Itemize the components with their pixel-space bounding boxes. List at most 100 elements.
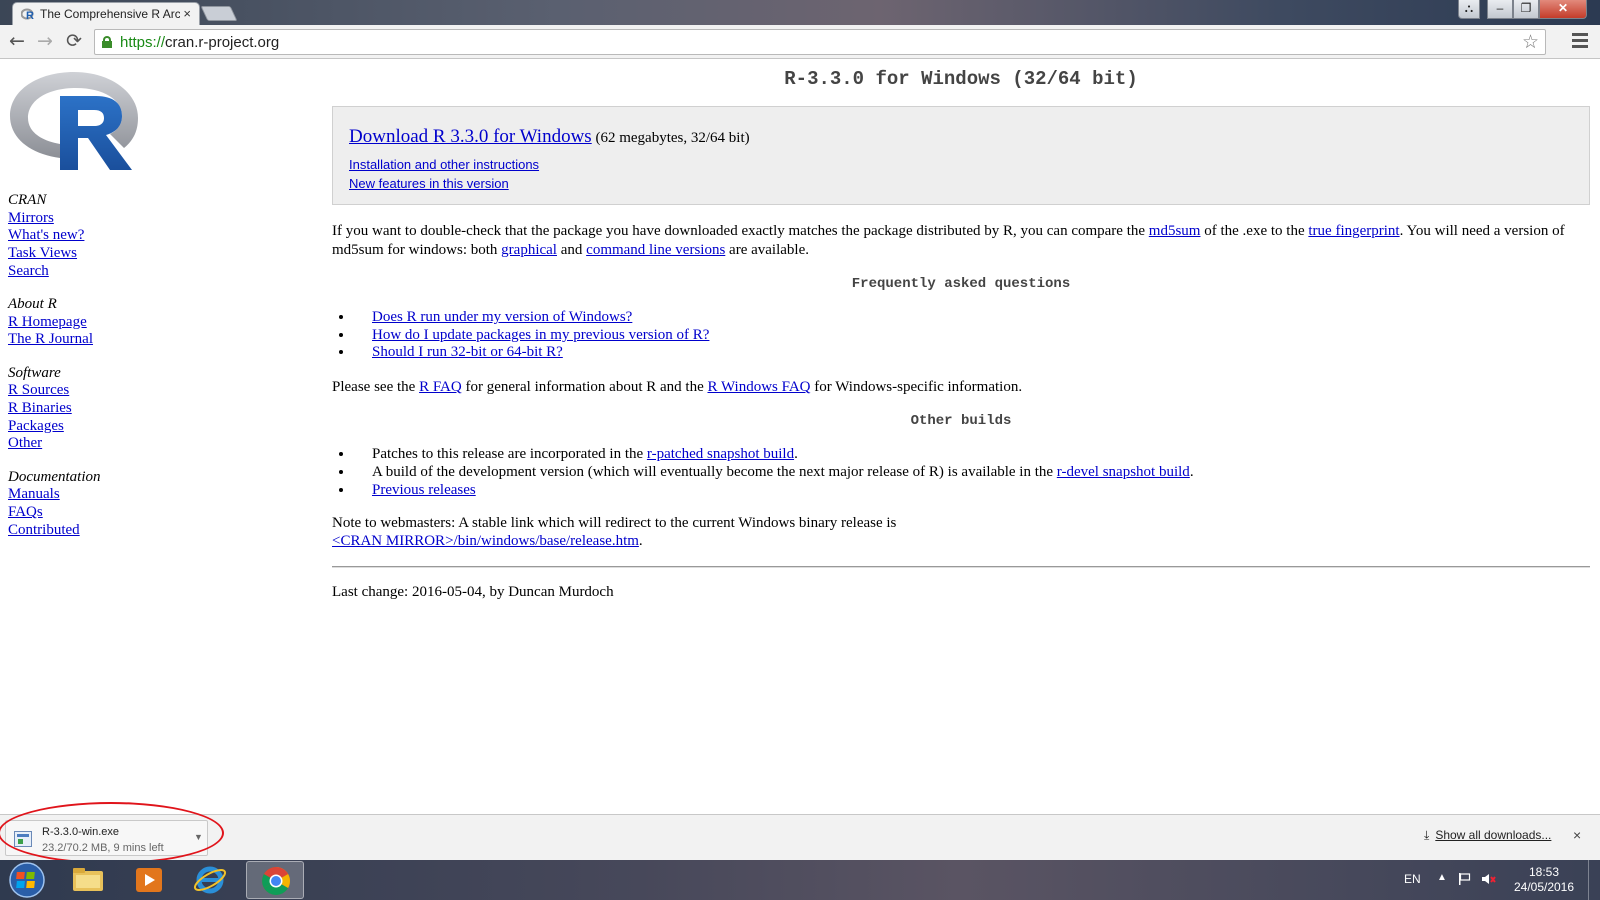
bookmark-star-icon[interactable]: ☆ [1522,31,1539,54]
show-desktop-button[interactable] [1588,860,1600,900]
download-filename: R-3.3.0-win.exe [42,826,120,838]
url-host: cran.r-project.org [165,34,280,51]
md5-check-paragraph: If you want to double-check that the pac… [332,222,1592,259]
md5sum-link[interactable]: md5sum [1149,223,1201,239]
sidebar-link-other[interactable]: Other [8,435,188,453]
reload-icon[interactable]: ⟳ [63,31,85,53]
new-features-link[interactable]: New features in this version [349,175,1573,192]
show-all-downloads-text: Show all downloads... [1435,828,1552,842]
sidebar-link-packages[interactable]: Packages [8,418,188,436]
url-scheme: https:// [120,34,166,51]
last-change: Last change: 2016-05-04, by Duncan Murdo… [332,583,614,600]
tab-close-icon[interactable]: × [183,6,191,21]
sidebar-link-r-journal[interactable]: The R Journal [8,331,188,349]
faq-link-update-packages[interactable]: How do I update packages in my previous … [372,327,709,343]
r-faq-link[interactable]: R FAQ [419,379,462,395]
download-item[interactable]: R-3.3.0-win.exe 23.2/70.2 MB, 9 mins lef… [5,820,208,856]
svg-text:R: R [26,10,34,20]
chrome-icon[interactable] [246,861,304,899]
builds-end-2: . [1189,463,1194,480]
faq-text-2: for general information about R and the [461,379,708,396]
sidebar-link-mirrors[interactable]: Mirrors [8,210,188,228]
faq-text-3: for Windows-specific information. [810,379,1023,396]
browser-tab[interactable]: R The Comprehensive R Arc × [12,2,200,25]
faq-list: Does R run under my version of Windows? … [354,309,1592,362]
faq-text-1: Please see the [332,379,420,396]
action-center-flag-icon[interactable] [1457,872,1471,886]
maximize-button[interactable]: ❐ [1513,0,1539,19]
sidebar-link-contributed[interactable]: Contributed [8,522,188,540]
faq-paragraph: Please see the R FAQ for general informa… [332,378,1592,396]
user-profile-button[interactable]: ⛬ [1458,0,1480,19]
list-item: Should I run 32-bit or 64-bit R? [354,344,1592,362]
new-tab-button[interactable] [200,6,238,21]
download-status: 23.2/70.2 MB, 9 mins left [42,842,164,854]
windows-taskbar: EN ▲ 18:53 24/05/2016 [0,860,1600,900]
lock-icon [102,36,112,48]
chevron-down-icon[interactable]: ▼ [194,832,203,842]
language-indicator[interactable]: EN [1404,872,1421,886]
sidebar-link-whats-new[interactable]: What's new? [8,227,188,245]
faq-link-32-or-64-bit[interactable]: Should I run 32-bit or 64-bit R? [372,344,563,360]
true-fingerprint-link[interactable]: true fingerprint [1308,223,1399,239]
sidebar-heading-about: About R [8,296,57,313]
download-arrow-icon: ⤓ [1424,828,1430,842]
faq-link-windows-version[interactable]: Does R run under my version of Windows? [372,309,632,325]
list-item: How do I update packages in my previous … [354,327,1592,345]
sidebar: CRAN Mirrors What's new? Task Views Sear… [8,192,188,555]
tab-title: The Comprehensive R Arc [40,7,180,21]
check-text-1: If you want to double-check that the pac… [332,223,1149,239]
installation-instructions-link[interactable]: Installation and other instructions [349,156,1573,173]
note-end: . [638,532,643,549]
browser-menu-icon[interactable] [1572,33,1588,49]
address-bar[interactable]: https://cran.r-project.org ☆ [94,29,1546,55]
forward-icon[interactable]: → [34,31,56,53]
sidebar-heading-cran: CRAN [8,192,47,208]
sidebar-section-cran: CRAN Mirrors What's new? Task Views Sear… [8,192,188,281]
show-hidden-icons-icon[interactable]: ▲ [1437,872,1447,883]
check-text-4: and [556,241,587,258]
system-clock[interactable]: 18:53 24/05/2016 [1512,865,1576,895]
clock-time: 18:53 [1528,865,1560,879]
download-size-text: (62 megabytes, 32/64 bit) [595,130,750,146]
list-item: Patches to this release are incorporated… [354,446,1592,464]
command-line-versions-link[interactable]: command line versions [586,242,725,258]
sidebar-link-task-views[interactable]: Task Views [8,245,188,263]
download-shelf: R-3.3.0-win.exe 23.2/70.2 MB, 9 mins lef… [0,814,1600,860]
installer-file-icon [14,831,32,847]
media-player-icon[interactable] [120,861,178,899]
volume-muted-icon[interactable] [1481,872,1497,886]
sidebar-heading-documentation: Documentation [8,468,101,485]
r-devel-link[interactable]: r-devel snapshot build [1057,464,1190,480]
r-patched-link[interactable]: r-patched snapshot build [647,446,794,462]
graphical-link[interactable]: graphical [501,242,557,258]
sidebar-link-r-homepage[interactable]: R Homepage [8,314,188,332]
minimize-button[interactable]: – [1487,0,1513,19]
download-r-link[interactable]: Download R 3.3.0 for Windows [349,126,592,147]
sidebar-link-faqs[interactable]: FAQs [8,504,188,522]
r-windows-faq-link[interactable]: R Windows FAQ [707,379,810,395]
sidebar-link-r-binaries[interactable]: R Binaries [8,400,188,418]
sidebar-link-search[interactable]: Search [8,263,188,281]
check-text-2: of the .exe to the [1200,223,1309,239]
release-htm-link[interactable]: <CRAN MIRROR>/bin/windows/base/release.h… [332,533,639,549]
sidebar-section-documentation: Documentation Manuals FAQs Contributed [8,469,188,540]
close-icon[interactable]: × [1573,827,1581,843]
internet-explorer-icon[interactable] [181,861,239,899]
browser-toolbar: ← → ⟳ https://cran.r-project.org ☆ [0,25,1600,59]
download-box: Download R 3.3.0 for Windows (62 megabyt… [332,106,1590,205]
start-orb-icon[interactable] [2,861,52,899]
builds-text-2: A build of the development version (whic… [372,463,1057,480]
check-text-5: are available. [725,241,809,258]
close-window-button[interactable]: ✕ [1539,0,1587,19]
show-all-downloads-link[interactable]: ⤓ Show all downloads... [1424,828,1551,843]
sidebar-section-software: Software R Sources R Binaries Packages O… [8,365,188,454]
previous-releases-link[interactable]: Previous releases [372,482,476,498]
sidebar-link-r-sources[interactable]: R Sources [8,382,188,400]
page-title: R-3.3.0 for Windows (32/64 bit) [784,68,1138,90]
sidebar-link-manuals[interactable]: Manuals [8,486,188,504]
other-builds-heading: Other builds [910,413,1012,430]
sidebar-section-about: About R R Homepage The R Journal [8,296,188,349]
file-explorer-icon[interactable] [59,861,117,899]
back-icon[interactable]: ← [6,31,28,53]
